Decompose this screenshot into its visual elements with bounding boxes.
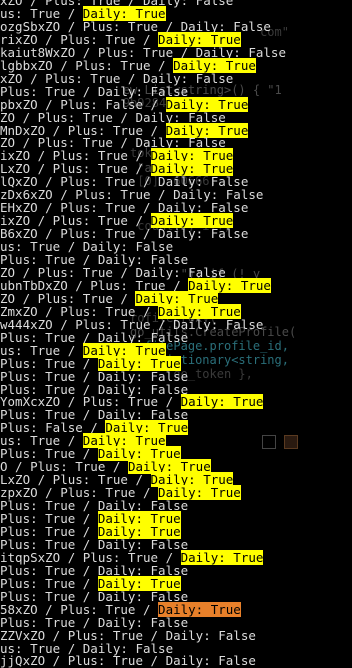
daily-status-highlight: Daily: True — [180, 394, 264, 410]
background-toolbar-icon — [262, 435, 276, 449]
daily-status-highlight: Daily: True — [180, 549, 264, 565]
console-line-text: jjQxZO / Plus: True / Daily: False — [0, 653, 256, 668]
console-line: jjQxZO / Plus: True / Daily: False — [0, 654, 256, 667]
background-toolbar-icon — [284, 435, 298, 449]
